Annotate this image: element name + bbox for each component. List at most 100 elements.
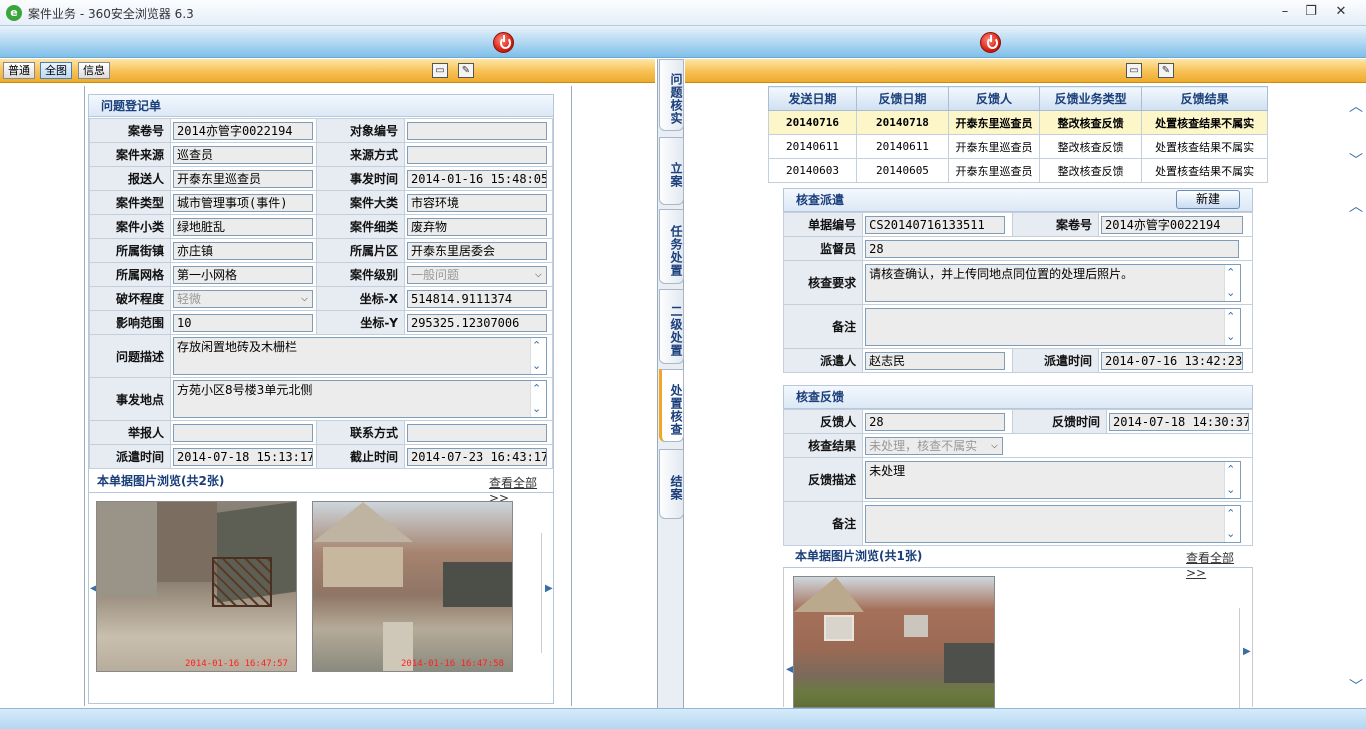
history-cell: 处置核查结果不属实 — [1141, 158, 1268, 183]
feedback-photo-1[interactable] — [793, 576, 995, 708]
close-icon[interactable]: ✕ — [1328, 3, 1354, 21]
mode-button-normal[interactable]: 普通 — [3, 62, 35, 79]
dispatch-section: 核查派遣 新建 单据编号 CS20140716133511 案卷号 2014亦管… — [782, 188, 1254, 373]
event-place-textarea[interactable]: 方苑小区8号楼3单元北侧 ⌃ ⌄ — [173, 380, 548, 418]
workflow-tabs: 问题核实 立案 任务处置 二级处置 处置核查 结案 — [657, 59, 684, 709]
field-value[interactable]: 2014-07-18 15:13:17 — [173, 447, 314, 466]
photos-title: 本单据图片浏览(共2张) — [97, 474, 225, 488]
tab-register[interactable]: 立案 — [659, 137, 684, 205]
power-icon-right[interactable] — [980, 32, 1001, 53]
next-photo-icon[interactable]: ▶ — [545, 583, 553, 594]
problem-desc-label: 问题描述 — [88, 334, 172, 378]
case-number-field[interactable]: 2014亦管字0022194 — [1100, 215, 1243, 234]
top-banner — [0, 26, 1366, 58]
register-table: 案卷号 2014亦管字0022194 对象编号 案件来源 巡查员 来源方式 报送人 开泰东里巡… — [88, 118, 554, 469]
history-cell: 整改核查反馈 — [1038, 134, 1143, 159]
feedback-history-table: 发送日期 反馈日期 反馈人 反馈业务类型 反馈结果 20140716 20140718 开泰… — [768, 86, 1268, 183]
history-header: 反馈日期 — [855, 86, 949, 111]
dispatch-time-field[interactable]: 2014-07-16 13:42:23 — [1100, 351, 1243, 370]
maximize-icon[interactable]: ❐ — [1298, 3, 1324, 21]
field-label: 坐标-Y — [316, 310, 405, 335]
field-label: 破坏程度 — [88, 286, 172, 311]
requirement-textarea[interactable]: 请核查确认，并上传同地点同位置的处理后照片。 ⌃ ⌄ — [865, 263, 1242, 302]
print-icon-right[interactable]: ▭ — [1126, 63, 1142, 78]
mode-button-full[interactable]: 全图 — [40, 62, 72, 79]
field-value[interactable]: 废弃物 — [406, 217, 547, 236]
history-row[interactable]: 20140603 20140605 开泰东里巡查员 整改核查反馈 处置核查结果不属实 — [768, 158, 1268, 183]
feedback-person-field[interactable]: 28 — [865, 412, 1006, 431]
history-cell: 20140716 — [768, 110, 857, 135]
field-value[interactable]: 514814.9111374 — [406, 289, 547, 308]
minimize-icon[interactable]: – — [1272, 3, 1298, 21]
problem-desc-textarea[interactable]: 存放闲置地砖及木栅栏 ⌃ ⌄ — [173, 337, 548, 375]
tab-task[interactable]: 任务处置 — [659, 209, 684, 284]
field-value[interactable]: 绿地脏乱 — [173, 217, 314, 236]
doc-number-field[interactable]: CS20140716133511 — [865, 215, 1006, 234]
tab-check[interactable]: 处置核查 — [659, 369, 684, 442]
power-icon[interactable] — [493, 32, 514, 53]
photo-timestamp: 2014-01-16 16:47:58 — [401, 659, 504, 669]
note-textarea[interactable]: ⌃ ⌄ — [865, 307, 1242, 346]
field-value[interactable] — [406, 423, 547, 442]
field-value[interactable]: 295325.12307006 — [406, 313, 547, 332]
scroll-up-icon[interactable]: ︿ — [1349, 96, 1363, 116]
history-header: 发送日期 — [768, 86, 857, 111]
field-value[interactable]: 巡查员 — [173, 145, 314, 164]
next-photo-icon[interactable]: ▶ — [1243, 646, 1251, 657]
history-cell: 20140605 — [855, 158, 949, 183]
print-icon[interactable]: ▭ — [432, 63, 448, 78]
field-value[interactable] — [173, 423, 314, 442]
dispatch-table: 单据编号 CS20140716133511 案卷号 2014亦管字0022194… — [782, 212, 1254, 373]
scroll-up-icon-2[interactable]: ︿ — [1349, 196, 1363, 216]
new-button[interactable]: 新建 — [1176, 190, 1240, 209]
dispatch-time-label: 派遣时间 — [1012, 348, 1099, 373]
result-select[interactable]: 未处理，核查不属实 — [865, 436, 1004, 455]
tab-verify[interactable]: 问题核实 — [659, 59, 684, 131]
feedback-title: 核查反馈 — [783, 385, 1253, 409]
field-value[interactable]: 第一小网格 — [173, 265, 314, 284]
field-value[interactable]: 开泰东里居委会 — [406, 241, 547, 260]
feedback-table: 反馈人 28 反馈时间 2014-07-18 14:30:37 核查结果 未处理… — [782, 409, 1254, 546]
field-value[interactable]: 一般问题 — [406, 265, 547, 284]
field-value[interactable]: 10 — [173, 313, 314, 332]
register-title: 问题登记单 — [89, 95, 553, 117]
edit-icon[interactable]: ✎ — [458, 63, 474, 78]
result-label: 核查结果 — [782, 433, 864, 458]
field-value[interactable]: 市容环境 — [406, 193, 547, 212]
field-label: 案件大类 — [316, 190, 405, 215]
field-value[interactable]: 2014亦管字0022194 — [173, 121, 314, 140]
tab-close[interactable]: 结案 — [659, 449, 684, 519]
field-value[interactable] — [406, 121, 547, 140]
field-value[interactable]: 城市管理事项(事件) — [173, 193, 314, 212]
field-value[interactable]: 2014-01-16 15:48:05 — [406, 169, 547, 188]
field-value[interactable] — [406, 145, 547, 164]
mode-button-info[interactable]: 信息 — [78, 62, 110, 79]
feedback-desc-textarea[interactable]: 未处理 ⌃ ⌄ — [865, 460, 1242, 499]
feedback-time-label: 反馈时间 — [1012, 409, 1107, 434]
field-value[interactable]: 亦庄镇 — [173, 241, 314, 260]
feedback-time-field[interactable]: 2014-07-18 14:30:37 — [1108, 412, 1249, 431]
edit-icon-right[interactable]: ✎ — [1158, 63, 1174, 78]
field-value[interactable]: 轻微 — [173, 289, 314, 308]
scroll-down-icon[interactable]: ﹀ — [1349, 150, 1363, 170]
scroll-down-icon-2[interactable]: ﹀ — [1349, 676, 1363, 696]
window-title: 案件业务 - 360安全浏览器 6.3 — [28, 7, 194, 21]
history-row[interactable]: 20140611 20140611 开泰东里巡查员 整改核查反馈 处置核查结果不属实 — [768, 134, 1268, 159]
right-toolbar: ▭ ✎ — [685, 59, 1366, 83]
history-row[interactable]: 20140716 20140718 开泰东里巡查员 整改核查反馈 处置核查结果不属实 — [768, 110, 1268, 135]
field-value[interactable]: 2014-07-23 16:43:17 — [406, 447, 547, 466]
sender-field[interactable]: 赵志民 — [865, 351, 1006, 370]
field-label: 举报人 — [88, 420, 172, 445]
photo-strip: ◀ 2014-01-16 16:47:57 2014-01-16 16:47:5… — [89, 492, 553, 676]
tab-level2[interactable]: 二级处置 — [659, 289, 684, 364]
supervisor-field[interactable]: 28 — [865, 239, 1240, 258]
case-label: 案卷号 — [1012, 212, 1099, 237]
history-cell: 开泰东里巡查员 — [947, 134, 1040, 159]
supervisor-label: 监督员 — [782, 236, 864, 261]
case-photo-2[interactable]: 2014-01-16 16:47:58 — [312, 501, 513, 672]
field-value[interactable]: 开泰东里巡查员 — [173, 169, 314, 188]
history-cell: 处置核查结果不属实 — [1141, 134, 1268, 159]
case-photo-1[interactable]: 2014-01-16 16:47:57 — [96, 501, 297, 672]
field-label: 案件小类 — [88, 214, 172, 239]
feedback-note-textarea[interactable]: ⌃ ⌄ — [865, 504, 1242, 543]
